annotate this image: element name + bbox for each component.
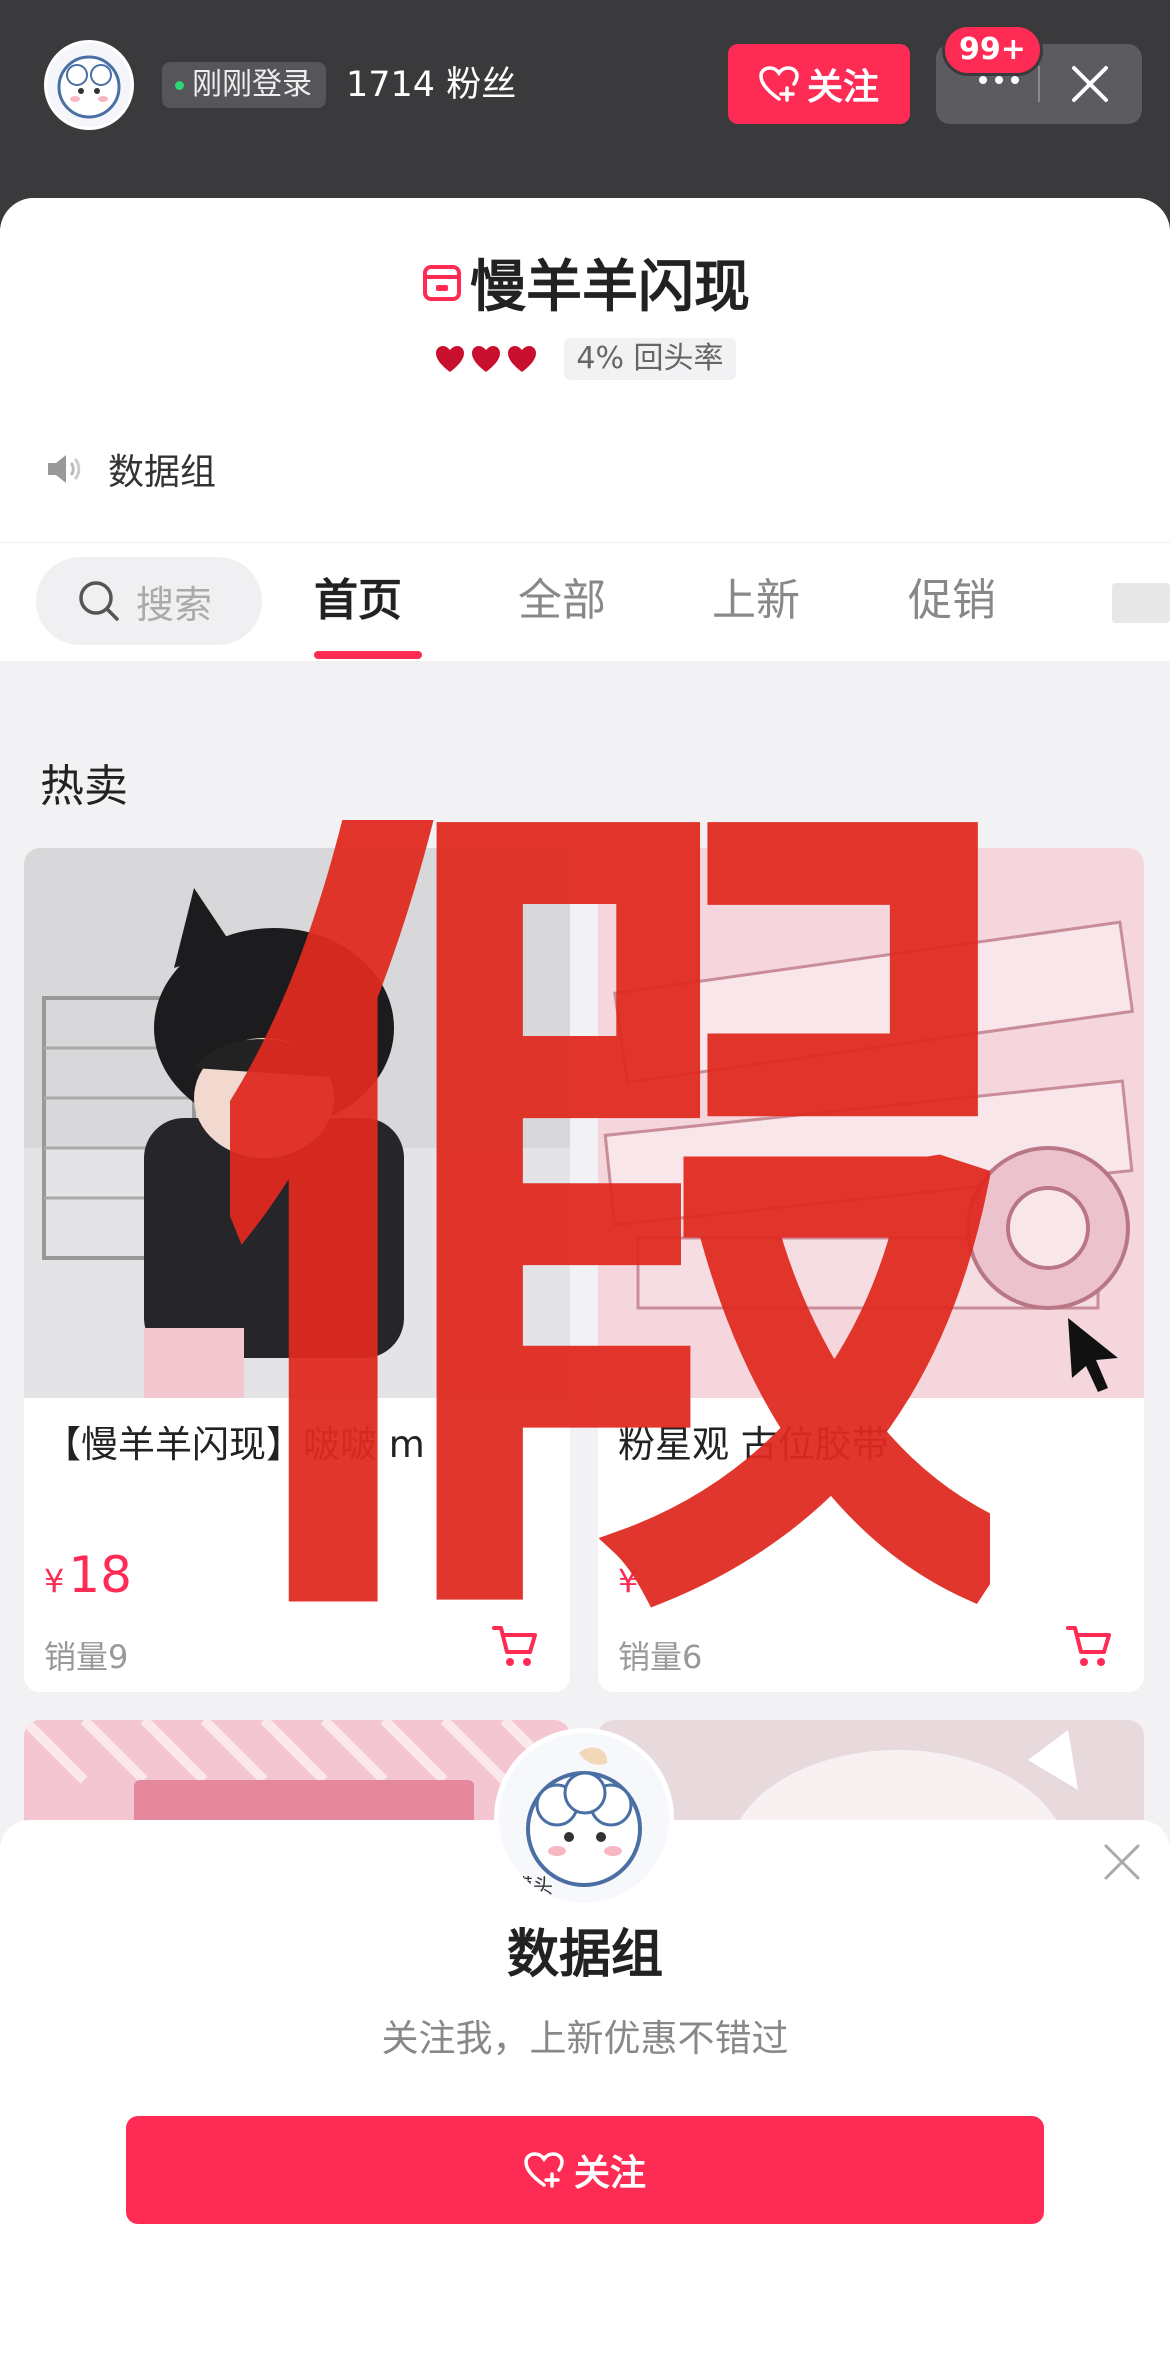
fans-count: 1714 粉丝: [346, 65, 517, 105]
rating-row: 4% 回头率: [0, 338, 1170, 380]
close-button[interactable]: [1066, 60, 1114, 108]
popup-follow-button[interactable]: 关注: [126, 2116, 1044, 2224]
sheep-avatar-icon: 摸头: [499, 1733, 669, 1903]
product-sales: 销量9: [44, 1638, 129, 1676]
store-icon: [423, 264, 461, 301]
watermark-text: 假: [230, 820, 990, 1640]
avatar[interactable]: [44, 40, 134, 130]
active-tab-indicator: [314, 651, 422, 659]
follow-button[interactable]: 关注: [728, 44, 910, 124]
heart-icon: [436, 346, 465, 372]
product-price: ¥18: [44, 1546, 132, 1604]
popup-subtitle: 关注我，上新优惠不错过: [381, 2017, 789, 2060]
tab-bar: 搜索 首页 全部 上新 促销: [0, 542, 1170, 661]
shop-title: 慢羊羊闪现: [0, 242, 1170, 323]
heart-icon: [508, 346, 537, 372]
section-title: 热卖: [40, 761, 128, 812]
online-dot-icon: [175, 81, 184, 90]
speaker-icon: [48, 455, 81, 483]
online-status: 刚刚登录: [162, 62, 326, 108]
search-input[interactable]: 搜索: [36, 557, 262, 645]
notice-row[interactable]: 数据组: [44, 443, 216, 495]
shop-header: 慢羊羊闪现 4% 回头率 数据组: [0, 198, 1170, 542]
cart-icon[interactable]: [1064, 1620, 1114, 1670]
fake-watermark: 假: [230, 820, 990, 1640]
tab-home[interactable]: 首页: [314, 571, 402, 631]
rating-hearts: [434, 344, 538, 374]
popup-close-button[interactable]: [1100, 1840, 1144, 1884]
tab-promo[interactable]: 促销: [908, 571, 996, 631]
search-icon: [79, 581, 119, 621]
tab-overflow: [1112, 583, 1170, 623]
notification-badge: 99+: [942, 24, 1043, 76]
heart-icon: [472, 346, 501, 372]
live-top-bar: 刚刚登录 1714 粉丝 关注 99+: [0, 0, 1170, 200]
heart-plus-icon: [524, 2152, 564, 2188]
heart-plus-icon: [759, 66, 799, 102]
popup-title: 数据组: [506, 1925, 663, 1985]
popup-avatar: 摸头: [494, 1728, 674, 1908]
tab-all[interactable]: 全部: [518, 571, 606, 631]
close-icon: [1104, 1844, 1140, 1880]
divider: [1038, 66, 1040, 102]
repeat-rate: 4% 回头率: [564, 338, 736, 380]
sheep-avatar-icon: [57, 55, 121, 119]
close-icon: [1072, 66, 1108, 102]
tab-new[interactable]: 上新: [712, 571, 800, 631]
